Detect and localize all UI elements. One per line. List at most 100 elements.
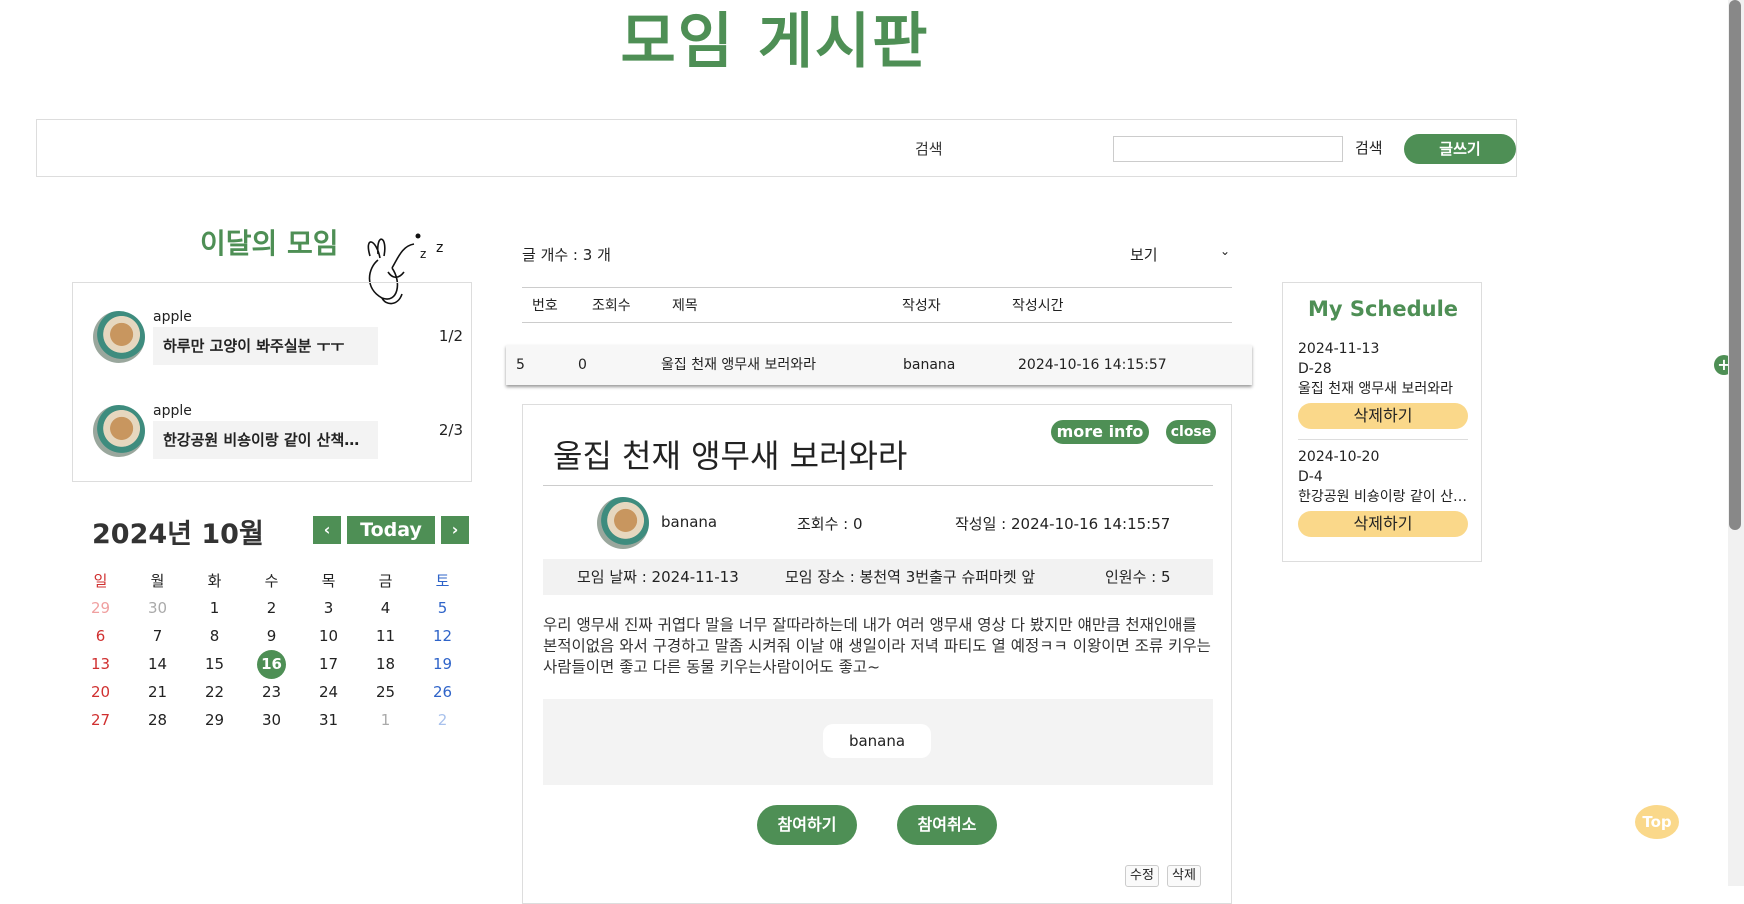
calendar-day[interactable]: 3 xyxy=(300,599,357,617)
delete-schedule-button[interactable]: 삭제하기 xyxy=(1298,403,1468,429)
weekday-label: 수 xyxy=(264,571,279,590)
avatar xyxy=(93,311,145,363)
calendar-day[interactable]: 18 xyxy=(357,655,414,673)
item-ratio: 1/2 xyxy=(438,327,463,345)
calendar-day[interactable]: 10 xyxy=(300,627,357,645)
calendar-day[interactable]: 13 xyxy=(72,655,129,673)
search-button[interactable]: 검색 xyxy=(1355,132,1383,164)
write-button[interactable]: 글쓰기 xyxy=(1404,134,1516,164)
calendar-day[interactable]: 25 xyxy=(357,683,414,701)
delete-button[interactable]: 삭제 xyxy=(1167,865,1201,887)
svg-text:z: z xyxy=(420,247,426,261)
meeting-date: 모임 날짜 : 2024-11-13 xyxy=(577,568,739,586)
list-item[interactable]: apple 한강공원 비숑이랑 같이 산책… 2/3 xyxy=(93,403,463,473)
calendar-day[interactable]: 19 xyxy=(414,655,471,673)
monthly-meetings-title: 이달의 모임 xyxy=(200,227,339,260)
post-body: 우리 앵무새 진짜 귀엽다 말을 너무 잘따라하는데 내가 여러 앵무새 영상 … xyxy=(543,616,1211,676)
calendar-week: 20 21 22 23 24 25 26 xyxy=(72,678,471,706)
calendar-day[interactable]: 30 xyxy=(243,711,300,729)
column-header: 조회수 xyxy=(592,298,631,314)
post-date: 작성일 : 2024-10-16 14:15:57 xyxy=(955,515,1171,533)
calendar-day[interactable]: 14 xyxy=(129,655,186,673)
divider xyxy=(543,485,1213,486)
calendar-day[interactable]: 12 xyxy=(414,627,471,645)
calendar-day[interactable]: 2 xyxy=(414,711,471,729)
item-title[interactable]: 하루만 고양이 봐주실분 ㅜㅜ xyxy=(153,327,378,365)
page-title: 모임 게시판 xyxy=(620,7,930,77)
calendar-week: 6 7 8 9 10 11 12 xyxy=(72,622,471,650)
my-schedule-panel: My Schedule 2024-11-13 D-28 울집 천재 앵무새 보러… xyxy=(1282,282,1482,562)
row-views: 0 xyxy=(578,357,587,373)
schedule-dday: D-4 xyxy=(1298,469,1323,485)
calendar-day[interactable]: 4 xyxy=(357,599,414,617)
calendar-day-today[interactable]: 16 xyxy=(243,649,300,679)
schedule-item: 2024-10-20 D-4 한강공원 비숑이랑 같이 산… 삭제하기 xyxy=(1298,447,1468,537)
calendar-day[interactable]: 28 xyxy=(129,711,186,729)
row-author: banana xyxy=(903,357,956,373)
chevron-right-icon[interactable]: › xyxy=(441,516,469,544)
today-button[interactable]: Today xyxy=(347,516,435,544)
column-header: 번호 xyxy=(532,298,558,314)
list-item[interactable]: apple 하루만 고양이 봐주실분 ㅜㅜ 1/2 xyxy=(93,309,463,379)
participants-box: banana xyxy=(543,699,1213,785)
schedule-title: My Schedule xyxy=(1307,297,1459,321)
calendar-day[interactable]: 5 xyxy=(414,599,471,617)
chevron-left-icon[interactable]: ‹ xyxy=(313,516,341,544)
calendar-day[interactable]: 20 xyxy=(72,683,129,701)
search-bar: 검색 ⌄ 검색 글쓰기 xyxy=(36,119,1517,177)
calendar-day[interactable]: 31 xyxy=(300,711,357,729)
join-button[interactable]: 참여하기 xyxy=(757,805,857,845)
delete-schedule-button[interactable]: 삭제하기 xyxy=(1298,511,1468,537)
calendar-grid: 일 월 화 수 목 금 토 29 30 1 2 3 4 5 6 7 8 9 10… xyxy=(72,566,471,734)
calendar-day[interactable]: 6 xyxy=(72,627,129,645)
calendar-day[interactable]: 1 xyxy=(186,599,243,617)
calendar-day[interactable]: 26 xyxy=(414,683,471,701)
column-header: 작성자 xyxy=(902,298,941,314)
calendar-day[interactable]: 22 xyxy=(186,683,243,701)
today-marker: 16 xyxy=(257,649,286,679)
search-type-select[interactable]: 검색 ⌄ xyxy=(877,132,1137,164)
avatar xyxy=(93,405,145,457)
calendar-day[interactable]: 1 xyxy=(357,711,414,729)
participant-chip: banana xyxy=(823,724,931,758)
row-title[interactable]: 울집 천재 앵무새 보러와라 xyxy=(661,345,816,385)
calendar-day[interactable]: 23 xyxy=(243,683,300,701)
view-select[interactable]: 보기 ⌄ xyxy=(1130,244,1230,265)
schedule-date: 2024-10-20 xyxy=(1298,449,1380,465)
calendar-day[interactable]: 2 xyxy=(243,599,300,617)
more-info-button[interactable]: more info xyxy=(1051,420,1149,444)
row-number: 5 xyxy=(516,357,525,373)
calendar-day[interactable]: 7 xyxy=(129,627,186,645)
svg-text:z: z xyxy=(436,240,443,256)
calendar-day[interactable]: 17 xyxy=(300,655,357,673)
item-author: apple xyxy=(153,309,192,325)
post-author: banana xyxy=(661,513,718,531)
calendar-day[interactable]: 11 xyxy=(357,627,414,645)
calendar-day[interactable]: 9 xyxy=(243,627,300,645)
weekday-label: 금 xyxy=(378,571,393,590)
calendar-day[interactable]: 21 xyxy=(129,683,186,701)
calendar-day[interactable]: 27 xyxy=(72,711,129,729)
monthly-meetings-list: apple 하루만 고양이 봐주실분 ㅜㅜ 1/2 apple 한강공원 비숑이… xyxy=(72,282,472,482)
calendar-week: 27 28 29 30 31 1 2 xyxy=(72,706,471,734)
calendar-day[interactable]: 29 xyxy=(186,711,243,729)
edit-button[interactable]: 수정 xyxy=(1125,865,1159,887)
search-input[interactable] xyxy=(1113,136,1343,162)
calendar-day[interactable]: 15 xyxy=(186,655,243,673)
scroll-top-button[interactable]: Top xyxy=(1635,805,1679,839)
calendar-day[interactable]: 24 xyxy=(300,683,357,701)
meeting-info-bar: 모임 날짜 : 2024-11-13 모임 장소 : 봉천역 3번출구 슈퍼마켓… xyxy=(543,559,1213,595)
cancel-join-button[interactable]: 참여취소 xyxy=(897,805,997,845)
item-title[interactable]: 한강공원 비숑이랑 같이 산책… xyxy=(153,421,378,459)
table-header: 번호 조회수 제목 작성자 작성시간 xyxy=(522,287,1232,323)
scrollbar-thumb[interactable] xyxy=(1729,0,1741,530)
calendar-day[interactable]: 8 xyxy=(186,627,243,645)
calendar-day[interactable]: 30 xyxy=(129,599,186,617)
calendar-day[interactable]: 29 xyxy=(72,599,129,617)
meeting-place: 모임 장소 : 봉천역 3번출구 슈퍼마켓 앞 xyxy=(785,568,1036,586)
meeting-people: 인원수 : 5 xyxy=(1105,568,1171,586)
calendar-week: 13 14 15 16 17 18 19 xyxy=(72,649,471,679)
table-row[interactable]: 5 0 울집 천재 앵무새 보러와라 banana 2024-10-16 14:… xyxy=(506,345,1734,385)
column-header: 제목 xyxy=(672,298,698,314)
close-button[interactable]: close xyxy=(1166,420,1216,444)
